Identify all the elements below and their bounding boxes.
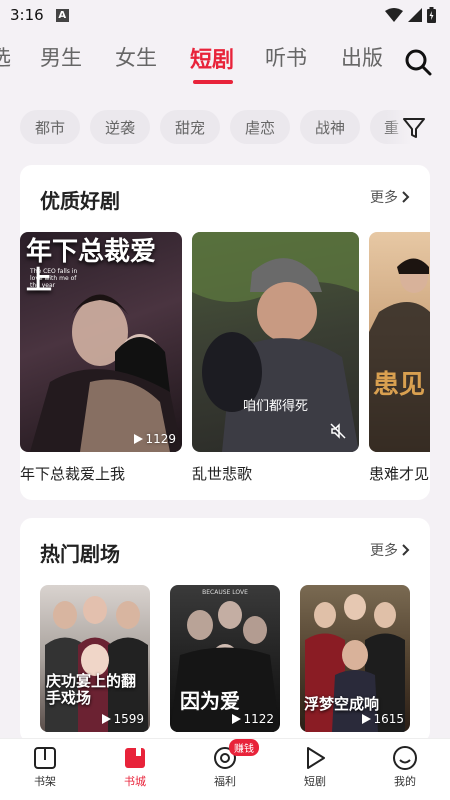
theater-poster[interactable]: 浮梦空成响 1615 — [300, 585, 410, 732]
search-icon[interactable] — [404, 48, 432, 76]
bookstore-icon — [125, 748, 145, 768]
nav-bookshelf[interactable]: 书架 — [15, 745, 75, 789]
filter-icon[interactable] — [402, 116, 426, 140]
play-icon — [362, 714, 372, 724]
notification-icon: A — [55, 8, 69, 22]
genre-chip[interactable]: 战神 — [300, 110, 360, 144]
nav-mine[interactable]: 我的 — [375, 745, 435, 789]
play-icon — [102, 714, 112, 724]
status-time: 3:16 — [10, 6, 44, 24]
play-count-value: 1122 — [243, 712, 274, 726]
nav-bookstore[interactable]: 书城 — [105, 745, 165, 789]
play-icon — [232, 714, 242, 724]
chevron-right-icon — [402, 191, 410, 203]
poster-title-art: 因为爱 — [180, 689, 240, 713]
battery-icon — [427, 7, 436, 23]
status-bar: 3:16 A — [0, 0, 450, 30]
nav-label: 福利 — [214, 775, 236, 788]
chevron-right-icon — [402, 544, 410, 556]
nav-short-drama[interactable]: 短剧 — [285, 745, 345, 789]
video-subtitle: 咱们都得死 — [242, 399, 308, 414]
play-count: 1615 — [361, 712, 404, 726]
wifi-icon — [385, 8, 403, 22]
genre-chip[interactable]: 虐恋 — [230, 110, 290, 144]
poster-title-art: 患见 — [373, 370, 426, 400]
drama-title[interactable]: 年下总裁爱上我 — [20, 463, 125, 484]
genre-chip[interactable]: 逆袭 — [90, 110, 150, 144]
section-title: 优质好剧 — [40, 189, 120, 213]
drama-poster[interactable]: 患见 — [369, 232, 430, 452]
tab-female[interactable]: 女生 — [115, 42, 157, 72]
poster-artwork — [192, 232, 359, 452]
mute-icon[interactable] — [329, 422, 347, 440]
active-tab-indicator — [193, 80, 233, 84]
more-label: 更多 — [370, 543, 398, 559]
genre-filter-row: 都市 逆袭 甜宠 虐恋 战神 重 — [0, 110, 450, 146]
genre-chip[interactable]: 都市 — [20, 110, 80, 144]
poster-subtitle-art: BECAUSE LOVE — [202, 589, 248, 596]
earn-badge: 赚钱 — [229, 739, 259, 756]
nav-welfare[interactable]: 福利 赚钱 — [195, 739, 259, 789]
nav-label: 书架 — [34, 775, 56, 788]
poster-subtitle-art: The CEO falls in love with me of the yea… — [30, 268, 78, 290]
drama-title[interactable]: 患难才见 — [369, 463, 430, 484]
drama-poster[interactable]: 年下总裁爱上 The CEO falls in love with me of … — [20, 232, 182, 452]
poster-title-art: 庆功宴上的翻手戏场 — [46, 672, 137, 708]
theater-poster[interactable]: BECAUSE LOVE 因为爱 1122 — [170, 585, 280, 732]
play-count: 1599 — [101, 712, 144, 726]
poster-artwork — [45, 596, 148, 732]
play-icon — [307, 747, 325, 769]
more-link[interactable]: 更多 — [370, 540, 410, 560]
category-tabs: 选 男生 女生 短剧 听书 出版 — [0, 40, 450, 84]
tab-short-drama[interactable]: 短剧 — [190, 42, 234, 74]
tab-featured[interactable]: 选 — [0, 42, 11, 72]
nav-label: 短剧 — [304, 775, 326, 788]
play-count-value: 1615 — [373, 712, 404, 726]
poster-title-art: 浮梦空成响 — [304, 695, 380, 713]
play-icon — [134, 434, 144, 444]
book-icon — [34, 747, 56, 769]
more-label: 更多 — [370, 190, 398, 206]
section-title: 热门剧场 — [40, 542, 120, 566]
tab-audiobook[interactable]: 听书 — [265, 42, 307, 72]
more-link[interactable]: 更多 — [370, 187, 410, 207]
tab-male[interactable]: 男生 — [40, 42, 82, 72]
hot-theater-section: 热门剧场 更多 庆功宴上的翻手戏场 1599 BECAUSE LOVE 因为爱 … — [20, 518, 430, 743]
theater-poster[interactable]: 庆功宴上的翻手戏场 1599 — [40, 585, 150, 732]
genre-chip[interactable]: 甜宠 — [160, 110, 220, 144]
nav-label: 书城 — [124, 775, 146, 788]
smile-icon — [393, 746, 417, 770]
tab-publishing[interactable]: 出版 — [341, 42, 383, 72]
signal-icon — [408, 8, 422, 22]
play-count: 1122 — [231, 712, 274, 726]
poster-artwork — [369, 258, 430, 452]
play-count-value: 1129 — [145, 432, 176, 446]
nav-label: 我的 — [394, 775, 416, 788]
play-count: 1129 — [133, 432, 176, 446]
bottom-nav: 书架 书城 福利 赚钱 短剧 我的 — [0, 738, 450, 800]
play-count-value: 1599 — [113, 712, 144, 726]
drama-title[interactable]: 乱世悲歌 — [192, 463, 252, 484]
drama-poster[interactable]: 咱们都得死 — [192, 232, 359, 452]
